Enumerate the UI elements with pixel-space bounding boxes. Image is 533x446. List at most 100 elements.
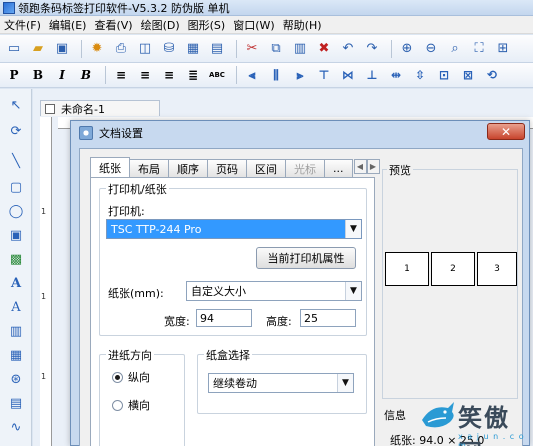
settings-gear-icon[interactable]: ✹ xyxy=(87,39,107,59)
preview-label-box: 2 xyxy=(431,252,475,286)
bold-button[interactable]: B xyxy=(28,65,48,85)
align-center-icon[interactable]: ≡ xyxy=(135,65,155,85)
radio-dot[interactable] xyxy=(112,371,123,383)
tab-more[interactable]: ... xyxy=(324,159,353,177)
menu-view[interactable]: 查看(V) xyxy=(90,17,136,33)
tab-scroll-arrows: ◀ ▶ xyxy=(353,159,380,177)
pointer-tool-icon[interactable]: ↖ xyxy=(6,95,26,115)
bold-italic-button[interactable]: B xyxy=(76,65,96,85)
feed-landscape-label: 横向 xyxy=(128,399,150,412)
tray-select[interactable]: 继续卷动 ▼ xyxy=(208,373,354,393)
qrcode-tool-icon[interactable]: ▦ xyxy=(6,345,26,365)
save-icon[interactable]: ▣ xyxy=(52,39,72,59)
zoom-in-icon[interactable]: ⊕ xyxy=(397,39,417,59)
tab-cursor[interactable]: 光标 xyxy=(285,159,325,177)
art-text-tool-icon[interactable]: A xyxy=(6,297,26,317)
menu-window[interactable]: 窗口(W) xyxy=(229,17,278,33)
curve-tool-icon[interactable]: ∿ xyxy=(6,417,26,437)
image-tool-icon[interactable]: ▣ xyxy=(6,225,26,245)
close-button[interactable]: ✕ xyxy=(487,123,525,140)
zoom-icon[interactable]: ⌕ xyxy=(445,39,465,59)
tab-layout[interactable]: 布局 xyxy=(129,159,169,177)
print-icon[interactable]: ⎙ xyxy=(111,39,131,59)
menu-draw[interactable]: 绘图(D) xyxy=(137,17,184,33)
distribute-vertical-icon[interactable]: ⇳ xyxy=(410,65,430,85)
center-page-icon[interactable]: ⊠ xyxy=(458,65,478,85)
tab-paper[interactable]: 纸张 xyxy=(90,157,130,177)
redo-icon[interactable]: ↷ xyxy=(362,39,382,59)
ruler-mark: 1 xyxy=(41,372,47,381)
open-folder-icon[interactable]: ▰ xyxy=(28,39,48,59)
preview-group: 预览 1 2 3 xyxy=(382,162,518,399)
height-input[interactable]: 25 xyxy=(300,309,356,327)
printer-select[interactable]: TSC TTP-244 Pro ▼ xyxy=(106,219,362,239)
chevron-down-icon[interactable]: ▼ xyxy=(337,374,353,392)
watermark-subtext: x a j u n . c o m xyxy=(458,432,525,446)
align-right-icon[interactable]: ≡ xyxy=(159,65,179,85)
line-tool-icon[interactable]: ╲ xyxy=(6,151,26,171)
italic-button[interactable]: I xyxy=(52,65,72,85)
cut-icon[interactable]: ✂ xyxy=(242,39,262,59)
rotate-icon[interactable]: ⟲ xyxy=(482,65,502,85)
grid-icon[interactable]: ▦ xyxy=(183,39,203,59)
tools-sidebar: ↖ ⟳ ╲ ▢ ◯ ▣ ▩ A A ▥ ▦ ⊛ ▤ ∿ xyxy=(0,89,32,446)
rotate-tool-icon[interactable]: ⟳ xyxy=(6,121,26,141)
width-input-value: 94 xyxy=(200,311,214,325)
delete-icon[interactable]: ✖ xyxy=(314,39,334,59)
ruler-mark: 1 xyxy=(41,207,47,216)
align-objects-bottom-icon[interactable]: ⊥ xyxy=(362,65,382,85)
tab-page-number[interactable]: 页码 xyxy=(207,159,247,177)
radio-dot[interactable] xyxy=(112,399,123,411)
preview-label-box: 1 xyxy=(385,252,429,286)
menu-edit[interactable]: 编辑(E) xyxy=(45,17,91,33)
same-size-icon[interactable]: ⊡ xyxy=(434,65,454,85)
fit-width-icon[interactable]: ⊞ xyxy=(493,39,513,59)
menu-shape[interactable]: 图形(S) xyxy=(184,17,230,33)
chevron-down-icon[interactable]: ▼ xyxy=(345,220,361,238)
print-preview-icon[interactable]: ◫ xyxy=(135,39,155,59)
rfid-tool-icon[interactable]: ⊛ xyxy=(6,369,26,389)
width-input[interactable]: 94 xyxy=(196,309,252,327)
barcode-tool-icon[interactable]: ▥ xyxy=(6,321,26,341)
copy-icon[interactable]: ⧉ xyxy=(266,39,286,59)
main-toolbar: ▭ ▰ ▣ ✹ ⎙ ◫ ⛁ ▦ ▤ ✂ ⧉ ▥ ✖ ↶ ↷ ⊕ ⊖ ⌕ ⛶ ⊞ xyxy=(0,35,533,63)
document-tab[interactable]: 未命名-1 xyxy=(40,100,160,116)
tab-scroll-left-icon[interactable]: ◀ xyxy=(353,159,367,174)
picture-tool-icon[interactable]: ▩ xyxy=(6,249,26,269)
rectangle-tool-icon[interactable]: ▢ xyxy=(6,177,26,197)
text-tool-icon[interactable]: A xyxy=(6,273,26,293)
preview-label: 预览 xyxy=(387,162,413,178)
menu-file[interactable]: 文件(F) xyxy=(0,17,45,33)
align-objects-center-icon[interactable]: ⫼ xyxy=(266,65,286,85)
table-tool-icon[interactable]: ▤ xyxy=(6,393,26,413)
text-abc-button[interactable]: ABC xyxy=(207,65,227,85)
chevron-down-icon[interactable]: ▼ xyxy=(345,282,361,300)
ellipse-tool-icon[interactable]: ◯ xyxy=(6,201,26,221)
align-objects-top-icon[interactable]: ⊤ xyxy=(314,65,334,85)
width-label: 宽度: xyxy=(164,315,190,328)
undo-icon[interactable]: ↶ xyxy=(338,39,358,59)
tab-range[interactable]: 区间 xyxy=(246,159,286,177)
printer-properties-button[interactable]: 当前打印机属性 xyxy=(256,247,356,269)
feed-portrait-label: 纵向 xyxy=(128,371,150,384)
fit-page-icon[interactable]: ⛶ xyxy=(469,39,489,59)
menu-help[interactable]: 帮助(H) xyxy=(279,17,326,33)
align-objects-middle-icon[interactable]: ⋈ xyxy=(338,65,358,85)
ruler-mark: 1 xyxy=(41,292,47,301)
p-button[interactable]: P xyxy=(4,65,24,85)
align-objects-left-icon[interactable]: ⫷ xyxy=(242,65,262,85)
align-objects-right-icon[interactable]: ⫸ xyxy=(290,65,310,85)
paper-size-select[interactable]: 自定义大小 ▼ xyxy=(186,281,362,301)
tab-scroll-right-icon[interactable]: ▶ xyxy=(366,159,380,174)
feed-landscape-radio[interactable]: 横向 xyxy=(112,397,150,413)
database-icon[interactable]: ⛁ xyxy=(159,39,179,59)
distribute-horizontal-icon[interactable]: ⇹ xyxy=(386,65,406,85)
tab-order[interactable]: 顺序 xyxy=(168,159,208,177)
zoom-out-icon[interactable]: ⊖ xyxy=(421,39,441,59)
calculator-icon[interactable]: ▤ xyxy=(207,39,227,59)
feed-portrait-radio[interactable]: 纵向 xyxy=(112,369,150,385)
align-left-icon[interactable]: ≡ xyxy=(111,65,131,85)
paste-icon[interactable]: ▥ xyxy=(290,39,310,59)
new-file-icon[interactable]: ▭ xyxy=(4,39,24,59)
justify-icon[interactable]: ≣ xyxy=(183,65,203,85)
